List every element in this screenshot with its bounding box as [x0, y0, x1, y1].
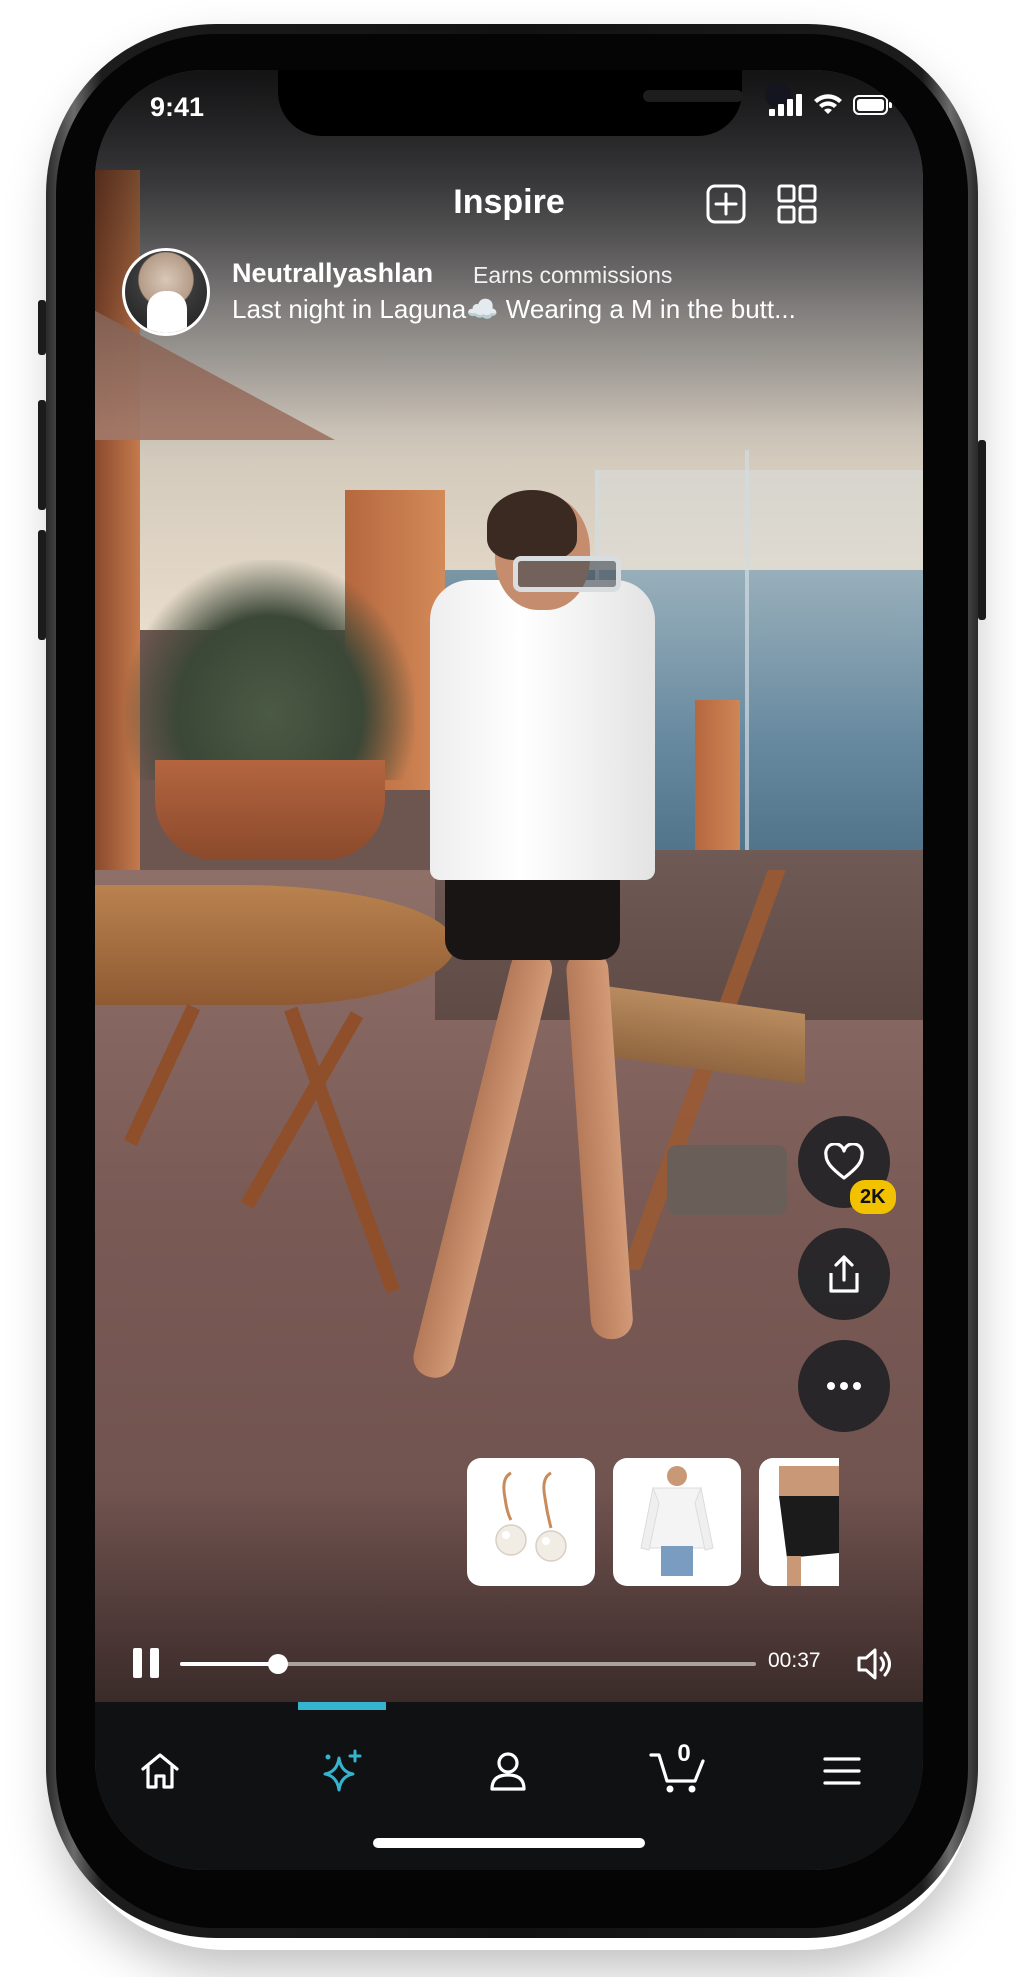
playback-time: 00:37 — [768, 1649, 821, 1672]
product-thumbnail-skirt[interactable] — [759, 1458, 839, 1586]
account-icon — [490, 1752, 526, 1791]
volume-down-button — [38, 530, 46, 640]
post-caption[interactable]: Last night in Laguna☁️ Wearing a M in th… — [232, 294, 892, 325]
like-count-badge: 2K — [850, 1180, 896, 1214]
more-icon — [827, 1382, 861, 1390]
pause-button[interactable] — [133, 1648, 161, 1678]
status-time: 9:41 — [150, 92, 205, 122]
volume-icon[interactable] — [855, 1645, 895, 1683]
nav-inspire[interactable] — [307, 1736, 377, 1806]
screen: 9:41 Inspire Neutrallyashlan Earns commi… — [95, 70, 923, 1870]
progress-bar[interactable] — [180, 1654, 756, 1674]
grid-view-icon[interactable] — [776, 183, 818, 225]
pearl-earrings-image — [495, 1471, 567, 1562]
product-thumbnail-earrings[interactable] — [467, 1458, 595, 1586]
inspire-sparkle-icon — [323, 1749, 362, 1792]
nav-home[interactable] — [125, 1736, 195, 1806]
more-options-button[interactable] — [798, 1340, 890, 1432]
heart-icon — [824, 1143, 864, 1180]
product-thumbnail-shirt[interactable] — [613, 1458, 741, 1586]
white-shirt-image — [640, 1466, 714, 1576]
commission-label: Earns commissions — [473, 262, 673, 288]
share-icon — [829, 1255, 859, 1293]
active-tab-indicator — [298, 1702, 386, 1710]
progress-fill — [180, 1662, 278, 1666]
mute-switch — [38, 300, 46, 355]
menu-icon — [823, 1757, 861, 1785]
cart-count: 0 — [677, 1740, 691, 1767]
creator-name[interactable]: Neutrallyashlan — [232, 258, 433, 289]
home-indicator — [373, 1838, 645, 1848]
nav-account[interactable] — [473, 1736, 543, 1806]
power-button — [978, 440, 986, 620]
wifi-icon — [814, 94, 842, 114]
status-icons — [769, 94, 893, 116]
notch — [278, 70, 791, 136]
home-icon — [141, 1753, 179, 1789]
black-skirt-image — [779, 1466, 839, 1586]
share-button[interactable] — [798, 1228, 890, 1320]
volume-up-button — [38, 400, 46, 510]
battery-icon — [853, 95, 892, 115]
creator-avatar[interactable] — [122, 248, 210, 336]
add-post-icon[interactable] — [705, 183, 747, 225]
nav-menu[interactable] — [807, 1736, 877, 1806]
nav-cart[interactable]: 0 — [643, 1736, 713, 1806]
progress-knob[interactable] — [267, 1654, 288, 1674]
signal-icon — [769, 94, 802, 116]
